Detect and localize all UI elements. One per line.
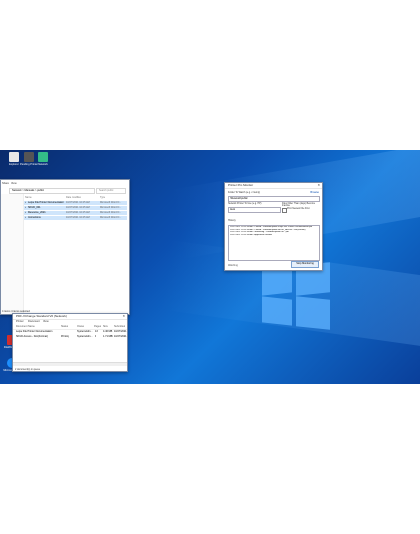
browse-link[interactable]: Browse [310,191,319,194]
folder-label: Folder To Watch (e.g. c:\temp) [228,191,261,194]
computer-icon [9,152,19,162]
windows-logo-pane [262,296,292,326]
word-doc-icon: ▪ [25,216,26,219]
stop-monitoring-button[interactable]: Stop Monitoring [291,261,319,268]
menu-view[interactable]: View [11,182,17,185]
inactive-label: Files Older Than (days) Become Inactive [282,203,316,207]
title-bar: Printer Pro Monitor ✕ [225,183,322,189]
history-log[interactable]: 10/27/2021 10:25:33 AM - Printed - \\Net… [228,225,320,261]
file-row[interactable]: ▪ SKUD_001 10/27/2021 10:25 AM Microsoft… [24,206,127,211]
network-icon [38,152,48,162]
printer-label: Network Printer To Use (e.g. HP) [228,203,262,205]
history-label: History [228,219,236,222]
file-row[interactable]: ▪ Instructions 10/27/2021 10:25 AM Micro… [24,216,127,221]
close-icon[interactable]: ✕ [317,183,320,188]
word-doc-icon: ▪ [25,211,26,214]
column-headers: Name Date modified Type [25,196,129,200]
menu-printer[interactable]: Printer [16,320,24,323]
desktop-icon-network[interactable]: Network [33,152,53,166]
print-queue-window[interactable]: PDF-XChange Standard V6 (Network) ✕ Prin… [12,313,128,372]
newest-first-label: Print Newest File First [287,208,310,210]
window-title: Printer Pro Monitor [228,183,254,187]
column-name[interactable]: Name [25,196,32,200]
menu-share[interactable]: Share [2,182,9,185]
navigation-pane[interactable] [1,194,24,314]
printer-select[interactable]: Auto [228,207,281,213]
file-row[interactable]: ▪ Resource_2021 10/27/2021 10:25 AM Micr… [24,211,127,216]
queue-row[interactable]: SKUD Access - Doc(Format) Printing Syste… [13,335,127,339]
horizontal-scrollbar[interactable] [13,362,127,366]
windows-logo-pane [296,296,330,330]
folder-input[interactable]: \\Network\public [228,196,320,202]
column-date[interactable]: Date modified [66,196,81,200]
word-doc-icon: ▪ [25,206,26,209]
close-icon[interactable]: ✕ [122,314,125,319]
menu-view[interactable]: View [43,320,49,323]
log-entry: 10/27/2021 10:25:33 AM - Application Sta… [230,233,272,236]
column-type[interactable]: Type [100,196,105,200]
word-doc-icon: ▪ [25,201,26,204]
file-row[interactable]: ▪ Leipe File Printer Documentation 10/27… [24,201,127,206]
search-input[interactable]: Search public [96,188,126,194]
monitor-dialog[interactable]: Printer Pro Monitor ✕ Folder To Watch (e… [224,182,323,271]
window-title: PDF-XChange Standard V6 (Network) [16,314,67,318]
status-text: Watching [228,264,238,267]
menu-document[interactable]: Document [28,320,40,323]
file-explorer-window[interactable]: Share View Network > Manuals > public Se… [0,179,130,315]
status-bar: 2 document(s) in queue [15,368,41,371]
